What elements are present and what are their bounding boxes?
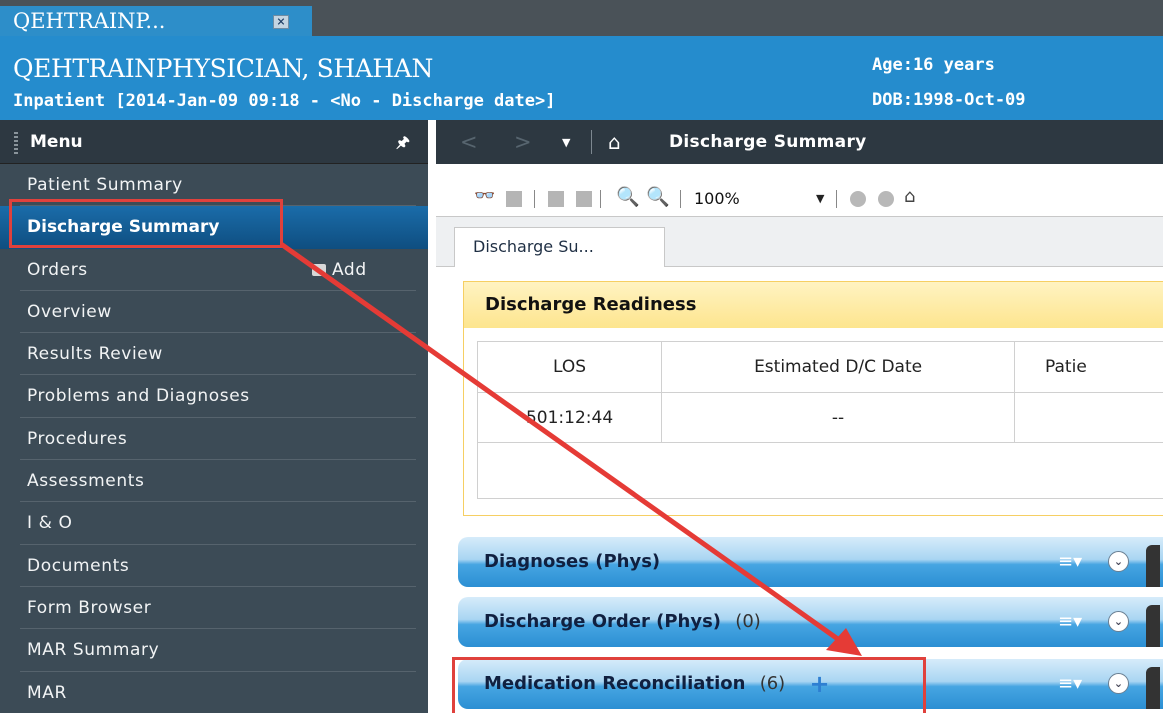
- arrow-line: [279, 241, 844, 645]
- callout-arrow: [279, 241, 862, 656]
